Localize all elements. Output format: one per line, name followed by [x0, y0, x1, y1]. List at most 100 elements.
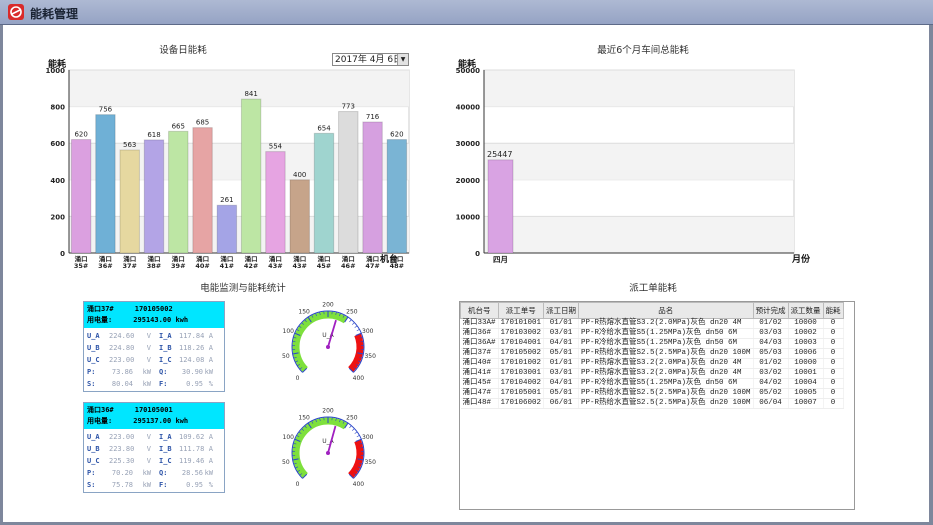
bar — [386, 139, 408, 254]
reading-unit: V — [146, 356, 151, 364]
reading-label: I_C — [159, 457, 172, 465]
table-row[interactable]: 涌口37# 170105002 05/01 PP-R热给水直管S2.5(2.5MPa)… — [460, 348, 844, 359]
reading-unit: kW — [204, 469, 213, 477]
table-cell: 涌口37# — [460, 348, 499, 359]
meter-reading-row: S: 80.04 kW F: 0.95% — [87, 378, 221, 390]
meter-reading-row: P: 73.86 kW Q: 30.90 kW — [87, 366, 221, 378]
column-header[interactable]: 机台号 — [460, 302, 499, 319]
table-cell: 01/02 — [753, 318, 789, 329]
reading-label: U_A — [87, 433, 100, 441]
gauge-band-normal — [292, 311, 348, 373]
bar — [119, 149, 140, 254]
column-header[interactable]: 能耗 — [822, 302, 844, 319]
reading-unit: V — [146, 344, 151, 352]
table-cell: 10007 — [788, 398, 824, 409]
table-cell: 10003 — [788, 338, 824, 349]
table-cell: 0 — [823, 348, 844, 359]
table-cell: PP-R热给水直管S2.5(2.5MPa)灰色 dn20 100M — [578, 388, 754, 399]
y-tick-label: 40000 — [456, 104, 480, 112]
reading-unit: A — [208, 332, 213, 340]
table-cell: 170103002 — [498, 328, 545, 339]
reading-value: 75.78 — [111, 481, 133, 489]
x-tick-label: 42# — [244, 262, 259, 270]
reading-unit: V — [146, 332, 151, 340]
data-label: 756 — [99, 106, 113, 114]
y-tick-label: 0 — [60, 250, 65, 258]
gauge-tick-label: 350 — [364, 459, 376, 466]
table-cell: 0 — [823, 398, 844, 409]
reading-unit: kW — [204, 368, 213, 376]
bar — [240, 98, 262, 254]
x-tick-label: 40# — [195, 262, 210, 270]
gauge-tick-label: 400 — [353, 481, 365, 488]
reading-label: F: — [159, 481, 168, 489]
y-tick-label: 0 — [475, 250, 480, 258]
gauge-tick-label: 0 — [296, 375, 300, 382]
table-cell: 10005 — [788, 388, 824, 399]
x-tick-label: 48# — [390, 262, 405, 270]
table-row[interactable]: 涌口47# 170105001 05/01 PP-R热给水直管S2.5(2.5MPa)… — [460, 388, 844, 399]
gauge-tick-label: 150 — [298, 415, 310, 422]
table-cell: 03/03 — [753, 328, 789, 339]
bar — [168, 130, 189, 254]
reading-value: 225.30 — [109, 457, 135, 465]
gauge-tick-label: 250 — [346, 309, 358, 316]
data-label: 841 — [244, 90, 257, 98]
y-tick-label: 20000 — [456, 177, 480, 185]
reading-value: 117.84 — [179, 332, 205, 340]
table-cell: 涌口40# — [460, 358, 499, 369]
table-row[interactable]: 涌口36A# 170104001 04/01 PP-R冷给水直管S5(1.25MPa)… — [460, 338, 844, 349]
table-row[interactable]: 涌口33A# 170101001 01/01 PP-R热熔水直管S3.2(2.0MPa… — [460, 318, 844, 329]
power-value: 295143.00 kwh — [133, 316, 189, 324]
gauge-tick-label: 0 — [296, 481, 300, 488]
column-header[interactable]: 派工日期 — [543, 302, 580, 319]
monitor-section-title: 电能监测与能耗统计 — [200, 283, 286, 294]
table-row[interactable]: 涌口36# 170103002 03/01 PP-R冷给水直管S5(1.25MPa)灰… — [460, 328, 844, 339]
column-header[interactable]: 预计完成 — [752, 302, 789, 319]
x-tick-label: 39# — [171, 262, 186, 270]
table-cell: PP-R热给水直管S2.5(2.5MPa)灰色 dn20 100M — [578, 398, 754, 409]
meter-panel: 涌口37# 170105002 用电量: 295143.00 kwh U_A 224.… — [83, 301, 225, 392]
table-row[interactable]: 涌口41# 170103001 03/01 PP-R热熔水直管S3.2(2.0MPa)… — [460, 368, 844, 379]
daily-energy-chart: 02004006008001000能耗机台620涌口35#756涌口36#563… — [46, 58, 410, 270]
table-cell: PP-R冷给水直管S5(1.25MPa)灰色 dn50 6M — [578, 378, 754, 389]
meter-header: 涌口37# 170105002 用电量: 295143.00 kwh — [84, 302, 224, 328]
gauge-tick-label: 200 — [322, 408, 334, 415]
x-tick-label: 45# — [317, 262, 332, 270]
reading-value: 0.95 — [186, 481, 203, 489]
column-header[interactable]: 派工数量 — [787, 302, 824, 319]
reading-value: 124.08 — [179, 356, 205, 364]
gauge-tick-label: 200 — [322, 302, 334, 309]
bar — [362, 121, 383, 254]
meter-reading-row: S: 75.78 kW F: 0.95% — [87, 479, 221, 491]
reading-unit: V — [146, 433, 151, 441]
gauge-tick-label: 300 — [362, 328, 374, 335]
reading-unit: % — [208, 481, 213, 489]
gauge-tick — [354, 325, 358, 328]
bar — [216, 204, 238, 254]
reading-label: P: — [87, 469, 96, 477]
gauge-tick-label: 150 — [298, 309, 310, 316]
meter-name: 涌口37# — [87, 305, 114, 313]
column-header[interactable]: 派工单号 — [497, 302, 545, 319]
table-row[interactable]: 涌口40# 170101002 01/01 PP-R热熔水直管S3.2(2.0MPa)… — [460, 358, 844, 369]
reading-unit: A — [208, 445, 213, 453]
reading-value: 73.86 — [111, 368, 133, 376]
power-label: 用电量: — [87, 316, 113, 324]
reading-unit: A — [208, 457, 213, 465]
data-label: 563 — [123, 141, 136, 149]
table-cell: PP-R热给水直管S2.5(2.5MPa)灰色 dn20 100M — [578, 348, 754, 359]
reading-label: U_B — [87, 344, 100, 352]
column-header[interactable]: 品名 — [578, 302, 754, 319]
table-row[interactable]: 涌口45# 170104002 04/01 PP-R冷给水直管S5(1.25MPa)灰… — [460, 378, 844, 389]
data-label: 554 — [269, 143, 283, 151]
grid-band — [484, 216, 794, 253]
title-bar: 能耗管理 — [0, 0, 933, 25]
gauge-tick-label: 400 — [353, 375, 365, 382]
table-cell: 06/01 — [543, 398, 580, 409]
gauge-tick — [349, 319, 352, 323]
data-label: 25447 — [487, 150, 512, 159]
table-row[interactable]: 涌口48# 170106002 06/01 PP-R热给水直管S2.5(2.5MPa)… — [460, 398, 844, 409]
table-cell: 170101002 — [498, 358, 545, 369]
table-cell: 04/02 — [753, 378, 789, 389]
